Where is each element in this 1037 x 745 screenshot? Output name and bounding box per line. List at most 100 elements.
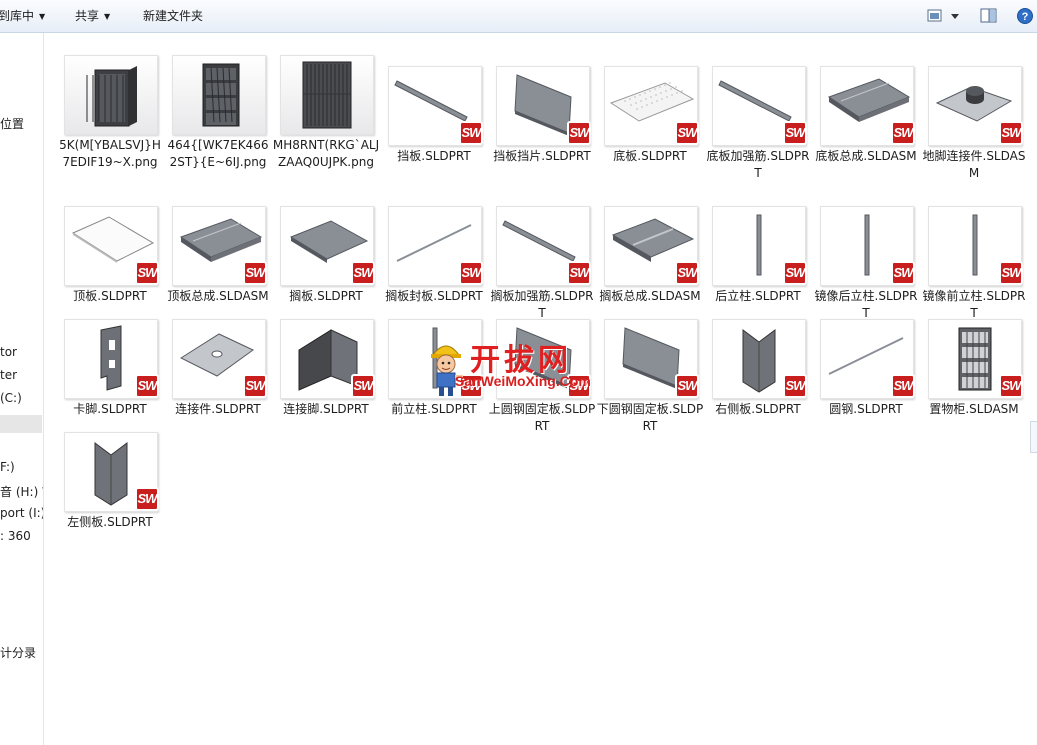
solidworks-badge-icon: SW	[135, 374, 159, 398]
navigation-pane: 位置 tor ter (C:) F:) 音 (H:) W port (I:) :…	[0, 33, 44, 745]
file-name: 镜像前立柱.SLDPRT	[922, 289, 1026, 320]
new-folder-label: 新建文件夹	[143, 9, 204, 23]
file-thumbnail	[280, 55, 374, 135]
file-name: 圆钢.SLDPRT	[829, 402, 903, 416]
solidworks-badge-label: SW	[137, 265, 158, 280]
nav-item-tor[interactable]: tor	[0, 345, 17, 359]
solidworks-badge-icon: SW	[351, 261, 375, 285]
solidworks-badge-icon: SW	[891, 121, 915, 145]
solidworks-badge-label: SW	[353, 378, 374, 393]
file-name: 搁板加强筋.SLDPRT	[490, 289, 594, 320]
file-name: 464{[WK7EK4662ST}{E~6IJ.png	[167, 138, 269, 169]
solidworks-badge-label: SW	[245, 378, 266, 393]
file-name: 置物柜.SLDASM	[929, 402, 1019, 416]
solidworks-badge-icon: SW	[351, 374, 375, 398]
solidworks-badge-label: SW	[137, 491, 158, 506]
file-name: 镜像后立柱.SLDPRT	[814, 289, 918, 320]
scrollbar-tab[interactable]	[1030, 421, 1037, 453]
solidworks-badge-icon: SW	[999, 121, 1023, 145]
nav-item-drive-c[interactable]: (C:)	[0, 391, 22, 405]
file-list: 5K(M[YBALSVJ}H7EDIF19~X.png 464{[WK7EK466…	[44, 33, 1037, 745]
solidworks-badge-icon: SW	[135, 487, 159, 511]
nav-item-location[interactable]: 位置	[0, 115, 24, 132]
solidworks-badge-label: SW	[893, 125, 914, 140]
preview-pane-icon	[980, 8, 997, 23]
solidworks-badge-icon: SW	[675, 121, 699, 145]
svg-text:?: ?	[1022, 11, 1029, 23]
view-icon	[927, 9, 959, 22]
file-name: 底板加强筋.SLDPRT	[706, 149, 810, 180]
solidworks-badge-icon: SW	[243, 261, 267, 285]
solidworks-badge-icon: SW	[783, 374, 807, 398]
solidworks-badge-icon: SW	[783, 121, 807, 145]
solidworks-badge-label: SW	[677, 125, 698, 140]
preview-pane-button[interactable]	[980, 8, 998, 27]
solidworks-badge-icon: SW	[999, 374, 1023, 398]
file-name: 搁板封板.SLDPRT	[385, 289, 483, 303]
file-name: 底板.SLDPRT	[613, 149, 687, 163]
solidworks-badge-label: SW	[677, 378, 698, 393]
solidworks-badge-icon: SW	[891, 261, 915, 285]
file-name: 卡脚.SLDPRT	[73, 402, 147, 416]
nav-item-360[interactable]: : 360	[0, 529, 31, 543]
solidworks-badge-label: SW	[461, 265, 482, 280]
solidworks-badge-icon: SW	[567, 261, 591, 285]
share-label: 共享	[75, 9, 100, 23]
solidworks-badge-icon: SW	[459, 374, 483, 398]
solidworks-badge-label: SW	[137, 378, 158, 393]
file-name: 左侧板.SLDPRT	[67, 515, 153, 529]
solidworks-badge-icon: SW	[459, 261, 483, 285]
include-in-library-button[interactable]: 到库中 ▼	[0, 0, 45, 32]
file-name: 挡板.SLDPRT	[397, 149, 471, 163]
nav-item-drive-h[interactable]: 音 (H:) W	[0, 483, 43, 500]
nav-selected-item[interactable]	[0, 415, 42, 433]
file-name: 搁板.SLDPRT	[289, 289, 363, 303]
solidworks-badge-label: SW	[569, 265, 590, 280]
solidworks-badge-label: SW	[785, 265, 806, 280]
solidworks-badge-label: SW	[677, 265, 698, 280]
solidworks-badge-icon: SW	[675, 261, 699, 285]
cabinet-photo-icon	[86, 66, 137, 127]
nav-item-ter[interactable]: ter	[0, 368, 17, 382]
solidworks-badge-icon: SW	[243, 374, 267, 398]
file-name: 5K(M[YBALSVJ}H7EDIF19~X.png	[59, 138, 161, 169]
solidworks-badge-label: SW	[1001, 378, 1022, 393]
solidworks-badge-label: SW	[893, 265, 914, 280]
command-bar: 到库中 ▼ 共享 ▼ 新建文件夹 ?	[0, 0, 1037, 33]
file-name: 右侧板.SLDPRT	[715, 402, 801, 416]
file-name: 搁板总成.SLDASM	[599, 289, 701, 303]
file-name: 前立柱.SLDPRT	[391, 402, 477, 416]
change-view-button[interactable]	[927, 8, 963, 27]
cabinet-open-photo-icon	[202, 63, 240, 127]
file-thumbnail	[172, 55, 266, 135]
file-name: MH8RNT(RKG`ALJZAAQ0UJPK.png	[272, 138, 380, 169]
nav-item-drive-i[interactable]: port (I:)	[0, 506, 43, 520]
include-in-library-label: 到库中	[0, 9, 35, 23]
file-name: 顶板总成.SLDASM	[167, 289, 269, 303]
new-folder-button[interactable]: 新建文件夹	[143, 0, 203, 32]
solidworks-badge-label: SW	[1001, 125, 1022, 140]
solidworks-badge-icon: SW	[135, 261, 159, 285]
solidworks-badge-label: SW	[353, 265, 374, 280]
solidworks-badge-icon: SW	[675, 374, 699, 398]
solidworks-badge-label: SW	[461, 125, 482, 140]
cabinet-front-photo-icon	[302, 61, 352, 129]
solidworks-badge-label: SW	[785, 378, 806, 393]
share-button[interactable]: 共享 ▼	[75, 0, 110, 32]
file-name: 上圆钢固定板.SLDPRT	[488, 402, 596, 433]
solidworks-badge-label: SW	[245, 265, 266, 280]
help-button[interactable]: ?	[1017, 8, 1035, 29]
solidworks-badge-icon: SW	[999, 261, 1023, 285]
help-icon: ?	[1017, 8, 1033, 24]
solidworks-badge-icon: SW	[783, 261, 807, 285]
file-name: 下圆钢固定板.SLDPRT	[596, 402, 704, 433]
solidworks-badge-label: SW	[785, 125, 806, 140]
nav-item-accounting[interactable]: 计分录	[0, 644, 36, 661]
solidworks-badge-label: SW	[569, 378, 590, 393]
solidworks-badge-icon: SW	[891, 374, 915, 398]
file-thumbnail	[64, 55, 158, 135]
nav-item-drive-f[interactable]: F:)	[0, 460, 15, 474]
solidworks-badge-label: SW	[1001, 265, 1022, 280]
file-name: 连接脚.SLDPRT	[283, 402, 369, 416]
solidworks-badge-icon: SW	[567, 121, 591, 145]
